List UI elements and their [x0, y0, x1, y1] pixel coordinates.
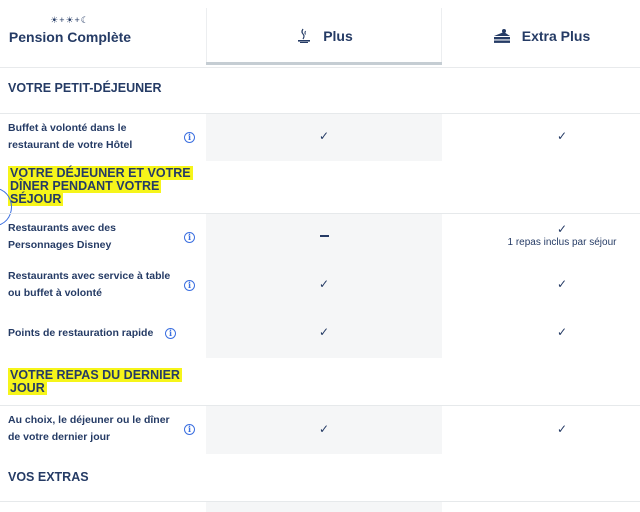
divider	[0, 405, 640, 406]
check-icon: ✓	[556, 422, 568, 436]
row-label-buffet: Buffet à volonté dans le restaurant de v…	[8, 122, 133, 151]
row-label-quick-service: Points de restauration rapide	[8, 327, 154, 339]
check-icon: ✓	[318, 325, 330, 339]
check-icon: ✓	[318, 129, 330, 143]
tab-plus-active-indicator	[206, 62, 442, 65]
row-label-last-day-choice: Au choix, le déjeuner ou le dîner de vot…	[8, 414, 170, 443]
section-title-text: VOS EXTRAS	[8, 470, 89, 484]
section-title-lunch-dinner: VOTRE DÉJEUNER ET VOTRE DÎNER PENDANT VO…	[8, 166, 208, 206]
extra-table-service-value: ✓	[442, 277, 640, 291]
check-icon: ✓	[318, 277, 330, 291]
section-title-text: VOTRE DÉJEUNER ET VOTRE DÎNER PENDANT VO…	[8, 166, 193, 206]
divider	[0, 501, 640, 502]
check-icon: ✓	[556, 277, 568, 291]
tab-extra-plus-label: Extra Plus	[521, 28, 591, 44]
tab-plus-label: Plus	[323, 28, 353, 44]
check-icon: ✓	[318, 422, 330, 436]
info-icon[interactable]: i	[184, 132, 195, 143]
info-icon[interactable]: i	[184, 280, 195, 291]
pension-title: Pension Complète	[8, 29, 132, 45]
section-title-extras: VOS EXTRAS	[8, 471, 89, 484]
plus-disney-characters-value	[206, 230, 442, 242]
coffee-cup-icon	[298, 28, 311, 43]
divider	[0, 213, 640, 214]
dash-icon	[319, 235, 329, 238]
section-title-text: VOTRE PETIT-DÉJEUNER	[8, 81, 162, 95]
pension-complete-label: ☀+☀+☾ Pension Complète	[0, 14, 140, 45]
extra-last-day-value: ✓	[442, 422, 640, 436]
extra-disney-characters-value: ✓ 1 repas inclus par séjour	[442, 222, 640, 248]
section-title-breakfast: VOTRE PETIT-DÉJEUNER	[8, 82, 162, 95]
row-label-table-service: Restaurants avec service à table ou buff…	[8, 270, 171, 299]
info-icon[interactable]: i	[165, 328, 176, 339]
plus-table-service-value: ✓	[206, 277, 442, 291]
plus-buffet-value: ✓	[206, 129, 442, 143]
plus-column-bg-4	[206, 502, 442, 512]
info-icon[interactable]: i	[184, 424, 195, 435]
divider	[0, 113, 640, 114]
plus-last-day-value: ✓	[206, 422, 442, 436]
sun-sun-moon-icon: ☀+☀+☾	[50, 15, 90, 25]
section-title-last-day-meal: VOTRE REPAS DU DERNIER JOUR	[8, 368, 193, 395]
plus-quick-service-value: ✓	[206, 325, 442, 339]
section-title-text: VOTRE REPAS DU DERNIER JOUR	[8, 368, 182, 395]
check-icon: ✓	[556, 222, 568, 236]
comparison-header: ☀+☀+☾ Pension Complète Plus Extra Plus	[0, 0, 640, 68]
check-icon: ✓	[556, 129, 568, 143]
extra-buffet-value: ✓	[442, 129, 640, 143]
row-label-disney-characters: Restaurants avec des Personnages Disney	[8, 222, 116, 251]
cake-slice-icon	[493, 29, 510, 43]
tab-extra-plus[interactable]: Extra Plus	[442, 8, 640, 64]
extra-quick-service-value: ✓	[442, 325, 640, 339]
extra-note: 1 repas inclus par séjour	[507, 237, 617, 248]
tab-plus[interactable]: Plus	[206, 8, 442, 64]
info-icon[interactable]: i	[184, 232, 195, 243]
check-icon: ✓	[556, 325, 568, 339]
